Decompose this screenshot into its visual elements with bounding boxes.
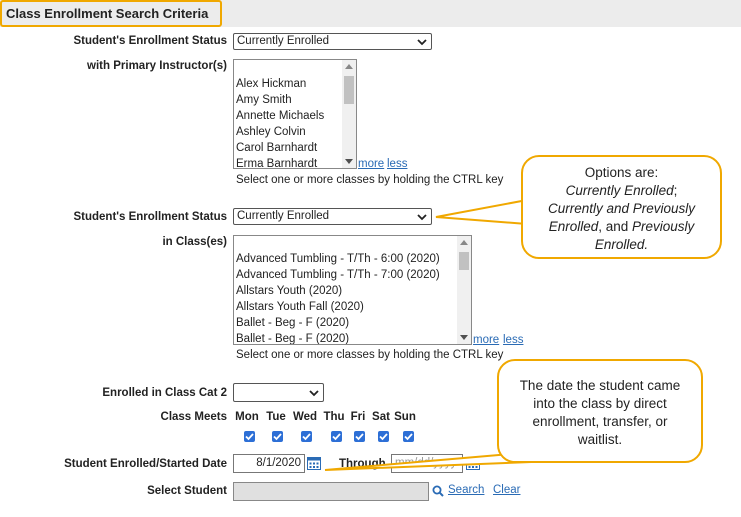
- callout-line: Currently Enrolled;: [565, 183, 678, 198]
- callout-line: Enrolled, and Previously: [548, 219, 695, 234]
- callout-line: Currently and Previously: [547, 201, 696, 216]
- status-callout-pointer: [435, 199, 528, 225]
- date-info-callout: The date the student came into the class…: [497, 359, 703, 463]
- callout-line: waitlist.: [577, 432, 623, 447]
- callout-line: into the class by direct: [533, 396, 667, 411]
- callout-line: Options are:: [584, 165, 659, 180]
- callout-line: The date the student came: [519, 378, 681, 393]
- callout-line: Enrolled.: [594, 237, 649, 252]
- callout-line: enrollment, transfer, or: [532, 414, 668, 429]
- status-options-callout: Options are: Currently Enrolled; Current…: [521, 155, 722, 259]
